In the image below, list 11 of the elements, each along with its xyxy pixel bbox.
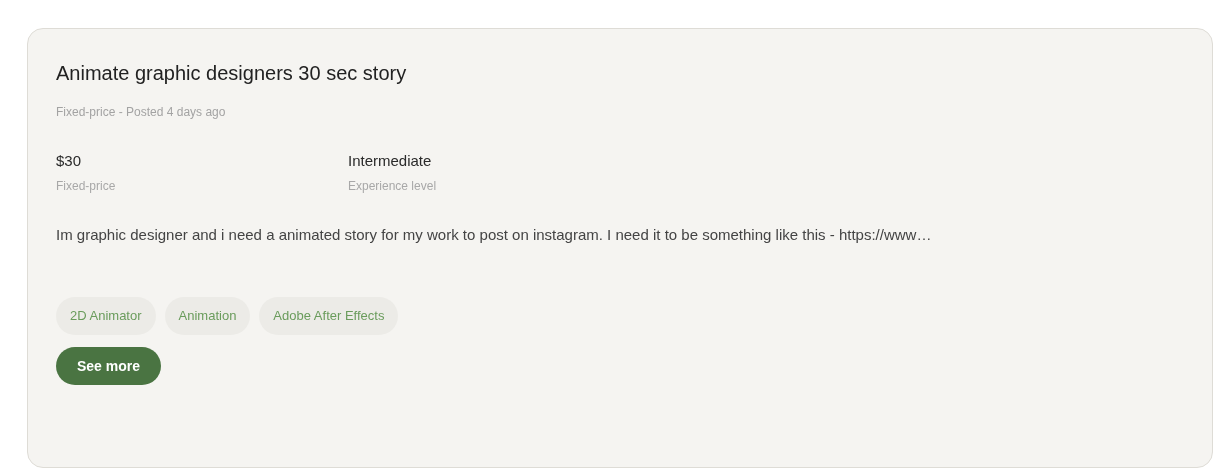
skill-tag[interactable]: Adobe After Effects xyxy=(259,297,399,335)
skill-tag[interactable]: Animation xyxy=(164,297,251,335)
job-meta: Fixed-price - Posted 4 days ago xyxy=(56,104,227,121)
stat-label: Fixed-price xyxy=(56,178,117,195)
job-title: Animate graphic designers 30 sec story xyxy=(56,61,408,86)
stat-label: Experience level xyxy=(348,178,438,195)
see-more-button[interactable]: See more xyxy=(56,347,162,385)
job-description: Im graphic designer and i need a animated story for my work to post on instagram. I need it to be something like this - https://www… xyxy=(56,225,933,245)
skill-tag[interactable]: 2D Animator xyxy=(56,297,156,335)
stat-value: Intermediate xyxy=(348,151,433,171)
stat-value: $30 xyxy=(56,151,83,171)
